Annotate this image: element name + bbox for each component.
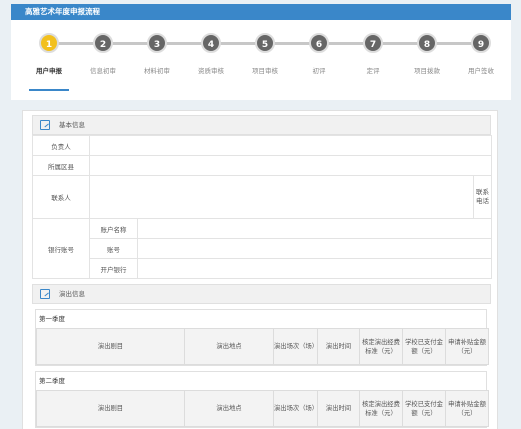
basic-info-header: 基本信息 [32, 115, 491, 135]
phone-label: 联系电话 [473, 175, 492, 219]
step-number: 9 [471, 33, 491, 53]
step-label: 资质审核 [198, 67, 224, 75]
step-number: 6 [309, 33, 329, 53]
account-name-field[interactable] [137, 218, 492, 239]
step-preliminary-evaluation[interactable]: 6 初评 [289, 33, 349, 75]
process-title: 高雅艺术年度申报流程 [25, 7, 100, 16]
contact-field[interactable] [89, 175, 474, 219]
step-label: 材料初审 [144, 67, 170, 75]
declaration-form: 基本信息 负责人 所属区县 联系人 联系电话 银行账号 账户名称 账号 开户银行… [22, 110, 498, 429]
quarter-2-block: 第二季度 演出剧目 演出地点 演出场次（场） 演出时间 核定演出经费标准（元） … [35, 371, 489, 428]
quarter-2-table: 演出剧目 演出地点 演出场次（场） 演出时间 核定演出经费标准（元） 学校已支付… [36, 390, 489, 427]
col-school-paid: 学校已支付金额（元） [402, 328, 446, 365]
step-number: 5 [255, 33, 275, 53]
col-venue: 演出地点 [184, 390, 274, 427]
col-subsidy-requested: 申请补贴金额（元） [445, 390, 489, 427]
step-label: 初评 [312, 67, 326, 75]
col-subsidy-requested: 申请补贴金额（元） [445, 328, 489, 365]
step-final-evaluation[interactable]: 7 定评 [343, 33, 403, 75]
step-user-signoff[interactable]: 9 用户签收 [451, 33, 511, 75]
col-venue: 演出地点 [184, 328, 274, 365]
step-number: 1 [39, 33, 59, 53]
step-label: 定评 [366, 67, 380, 75]
step-user-declare[interactable]: 1 用户申报 [19, 33, 79, 91]
edit-icon [40, 120, 50, 130]
col-program: 演出剧目 [36, 390, 185, 427]
district-field[interactable] [89, 155, 492, 176]
quarter-1-table: 演出剧目 演出地点 演出场次（场） 演出时间 核定演出经费标准（元） 学校已支付… [36, 328, 489, 365]
step-info-review[interactable]: 2 信息初审 [73, 33, 133, 75]
performance-info-title: 演出信息 [59, 290, 85, 298]
owner-field[interactable] [89, 135, 492, 156]
step-project-review[interactable]: 5 项目审核 [235, 33, 295, 75]
owner-label: 负责人 [32, 135, 90, 156]
quarter-1-title: 第一季度 [39, 315, 65, 323]
col-approved-standard: 核定演出经费标准（元） [359, 390, 403, 427]
col-school-paid: 学校已支付金额（元） [402, 390, 446, 427]
step-number: 3 [147, 33, 167, 53]
account-name-label: 账户名称 [89, 218, 138, 239]
performance-info-header: 演出信息 [32, 284, 491, 304]
bank-open-field[interactable] [137, 258, 492, 279]
step-label: 信息初审 [90, 67, 116, 75]
col-sessions: 演出场次（场） [273, 390, 318, 427]
step-label: 项目拨款 [414, 67, 440, 75]
step-label: 项目审核 [252, 67, 278, 75]
basic-info-title: 基本信息 [59, 121, 85, 129]
col-time: 演出时间 [317, 328, 360, 365]
col-sessions: 演出场次（场） [273, 328, 318, 365]
process-title-bar: 高雅艺术年度申报流程 [11, 4, 511, 20]
edit-icon [40, 289, 50, 299]
bank-label: 银行账号 [32, 218, 90, 279]
process-steps: 1 用户申报 2 信息初审 3 材料初审 4 资质审核 5 项目审核 6 初评 … [11, 20, 511, 100]
bank-open-label: 开户银行 [89, 258, 138, 279]
step-number: 4 [201, 33, 221, 53]
basic-info-table: 负责人 所属区县 联系人 联系电话 银行账号 账户名称 账号 开户银行 [32, 135, 492, 279]
step-project-funding[interactable]: 8 项目拨款 [397, 33, 457, 75]
account-no-label: 账号 [89, 238, 138, 259]
col-approved-standard: 核定演出经费标准（元） [359, 328, 403, 365]
contact-label: 联系人 [32, 175, 90, 219]
step-number: 8 [417, 33, 437, 53]
step-qualification-review[interactable]: 4 资质审核 [181, 33, 241, 75]
quarter-1-block: 第一季度 演出剧目 演出地点 演出场次（场） 演出时间 核定演出经费标准（元） … [35, 309, 489, 366]
step-label: 用户申报 [19, 65, 79, 91]
col-program: 演出剧目 [36, 328, 185, 365]
district-label: 所属区县 [32, 155, 90, 176]
step-material-review[interactable]: 3 材料初审 [127, 33, 187, 75]
step-label: 用户签收 [468, 67, 494, 75]
step-number: 7 [363, 33, 383, 53]
col-time: 演出时间 [317, 390, 360, 427]
step-number: 2 [93, 33, 113, 53]
quarter-2-title: 第二季度 [39, 377, 65, 385]
account-no-field[interactable] [137, 238, 492, 259]
